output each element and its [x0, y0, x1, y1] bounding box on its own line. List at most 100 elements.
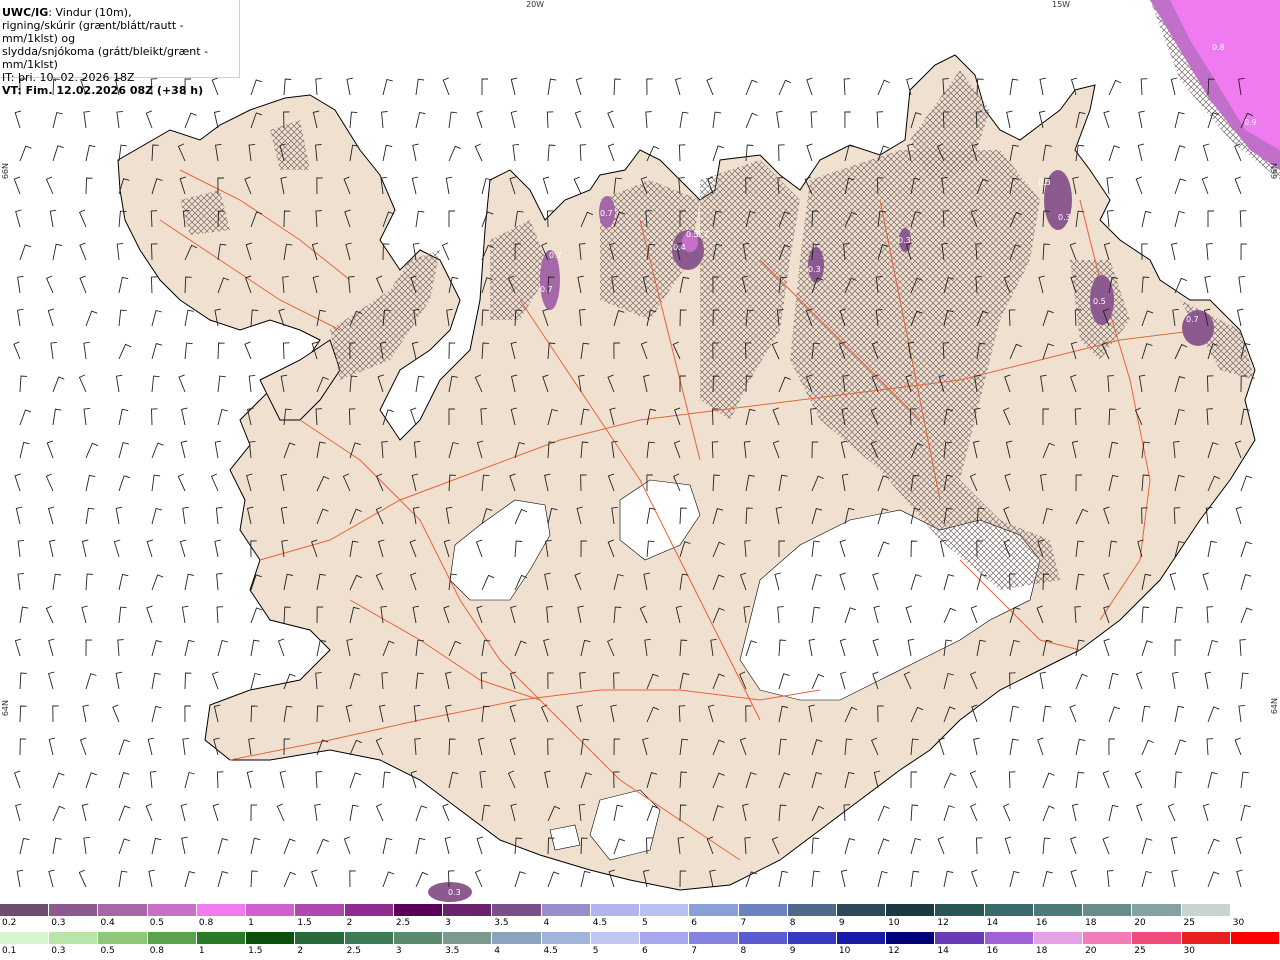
rain-legend-tick-label: 0.3 — [51, 946, 66, 956]
snow-legend-swatch — [787, 904, 837, 916]
precip-label: 0.4 — [673, 243, 686, 252]
rain-legend-tick-label: 7 — [691, 946, 697, 956]
product-name: UWC/IG — [2, 6, 49, 19]
rain-legend-ticks: 0.1 0.3 0.5 0.8 1 1.5 2 2.5 3 3.5 4 4.5 5 6 7 8 9 10 12 14 1… — [0, 946, 1280, 958]
rain-legend-tick-label: 0.1 — [2, 946, 17, 956]
rain-legend-tick-label: 4 — [494, 946, 501, 956]
rain-legend-swatch — [886, 932, 936, 944]
snow-legend-tick-label: 7 — [740, 918, 747, 928]
rain-legend-swatch — [836, 932, 887, 944]
rain-legend-tick-label: 0.8 — [149, 946, 165, 956]
snow-legend-swatch — [935, 904, 985, 916]
title-line-2: rigning/skúrir (grænt/blátt/rautt - mm/1… — [2, 19, 184, 45]
rain-legend-tick-label: 3 — [395, 946, 402, 956]
lat-label-66n-left: 66N — [1, 163, 10, 180]
snow-legend-tick-label: 0.4 — [100, 918, 115, 928]
snow-legend-swatch — [443, 904, 493, 916]
rain-legend-swatch — [935, 932, 985, 944]
rain-legend-tick-label: 5 — [592, 946, 599, 956]
snow-legend-tick-label: 5 — [642, 918, 648, 928]
snow-legend-tick-label: 12 — [937, 918, 949, 928]
rain-legend-tick-label: 1.5 — [248, 946, 263, 956]
snow-legend-swatch — [393, 904, 444, 916]
snow-legend-tick-label: 0.5 — [149, 918, 165, 928]
rain-legend-swatch — [689, 932, 739, 944]
snow-legend-tick-label: 2.5 — [395, 918, 411, 928]
snow-legend-tick-label: 25 — [1183, 918, 1195, 928]
rain-legend-tick-label: 2.5 — [346, 946, 361, 956]
rain-legend-swatch — [196, 932, 247, 944]
valid-time: VT: Fim. 12.02.2026 08Z (+38 h) — [2, 84, 204, 97]
precip-label: 0.3 — [808, 265, 821, 274]
snow-legend-tick-label: 3.5 — [494, 918, 509, 928]
snow-legend-swatch — [1181, 904, 1231, 916]
rain-legend-swatch — [738, 932, 788, 944]
rain-legend-swatch — [443, 932, 493, 944]
rain-legend-tick-label: 18 — [1035, 946, 1048, 956]
snow-legend-swatch — [886, 904, 936, 916]
snow-legend-swatch — [98, 904, 148, 916]
snow-legend-swatch — [1230, 904, 1280, 916]
snow-legend-tick-label: 1.5 — [297, 918, 312, 928]
rain-legend-swatch — [49, 932, 99, 944]
rain-legend-swatch — [295, 932, 345, 944]
rain-legend-swatch — [541, 932, 591, 944]
snow-legend-swatch — [738, 904, 788, 916]
snow-legend-swatch — [689, 904, 739, 916]
snow-legend-swatch — [836, 904, 887, 916]
precip-label: 0.7 — [696, 230, 709, 239]
snow-legend-tick-label: 18 — [1085, 918, 1097, 928]
rain-legend-swatch — [246, 932, 296, 944]
rain-legend-swatch — [640, 932, 690, 944]
snow-legend-tick-label: 16 — [1035, 918, 1048, 928]
snow-legend-tick-label: 8 — [789, 918, 796, 928]
rain-legend-tick-label: 12 — [888, 946, 900, 956]
snow-legend-swatch — [246, 904, 296, 916]
rain-legend-swatch — [344, 932, 394, 944]
precip-label: 0.7 — [549, 251, 562, 260]
snow-legend-tick-label: 20 — [1134, 918, 1146, 928]
snow-legend-swatch — [344, 904, 394, 916]
weather-map: 0.8 0.9 0.3 0.3 0.5 0.7 0.3 0.3 0.7 0.7 … — [0, 0, 1280, 903]
rain-legend-swatch — [393, 932, 444, 944]
precip-label: 0.3 — [898, 236, 911, 245]
lat-label-64n-left: 64N — [1, 700, 10, 717]
rain-legend-tick-label: 25 — [1134, 946, 1146, 956]
snow-legend-swatch — [1132, 904, 1182, 916]
lon-label-15w: 15W — [1052, 0, 1071, 9]
precip-label: 0.3 — [1038, 178, 1051, 187]
rain-legend-swatch — [147, 932, 197, 944]
snow-legend-tick-label: 4.5 — [592, 918, 608, 928]
snow-legend-swatch — [1083, 904, 1133, 916]
rain-legend-swatch — [590, 932, 641, 944]
snow-legend-ticks: 0.2 0.3 0.4 0.5 0.8 1 1.5 2 2.5 3 3.5 4 4.5 5 6 7 8 9 10 12… — [0, 918, 1280, 930]
rain-legend-swatch — [984, 932, 1034, 944]
rain-legend-swatch — [1132, 932, 1182, 944]
snow-legend-tick-label: 6 — [691, 918, 697, 928]
rain-legend-tick-label: 10 — [838, 946, 851, 956]
map-title-box: UWC/IG: Vindur (10m), rigning/skúrir (gr… — [0, 0, 240, 97]
rain-legend-swatch — [787, 932, 837, 944]
precip-label: 0.9 — [1244, 118, 1257, 127]
rain-legend-tick-label: 0.5 — [100, 946, 115, 956]
precip-label: 0.7 — [540, 285, 553, 294]
snow-legend-bar — [0, 904, 1280, 916]
title-line-1: UWC/IG: Vindur (10m), — [2, 6, 237, 19]
snow-legend-tick-label: 4 — [543, 918, 550, 928]
rain-legend-swatch — [492, 932, 542, 944]
title-line-1-rest: : Vindur (10m), — [48, 6, 132, 19]
rain-legend-tick-label: 9 — [789, 946, 796, 956]
rain-legend-tick-label: 3.5 — [445, 946, 460, 956]
snow-legend-tick-label: 1 — [248, 918, 254, 928]
rain-legend-bar — [0, 932, 1280, 944]
snow-legend-tick-label: 0.3 — [51, 918, 66, 928]
precip-label: 0.7 — [1186, 315, 1199, 324]
rain-legend-tick-label: 30 — [1183, 946, 1195, 956]
snow-legend-tick-label: 10 — [888, 918, 900, 928]
snow-legend-tick-label: 3 — [445, 918, 451, 928]
precip-label: 0.3 — [1058, 213, 1071, 222]
snow-legend-tick-label: 0.8 — [198, 918, 214, 928]
rain-legend-swatch — [1181, 932, 1231, 944]
rain-legend-tick-label: 14 — [937, 946, 949, 956]
snow-legend-tick-label: 30 — [1232, 918, 1245, 928]
